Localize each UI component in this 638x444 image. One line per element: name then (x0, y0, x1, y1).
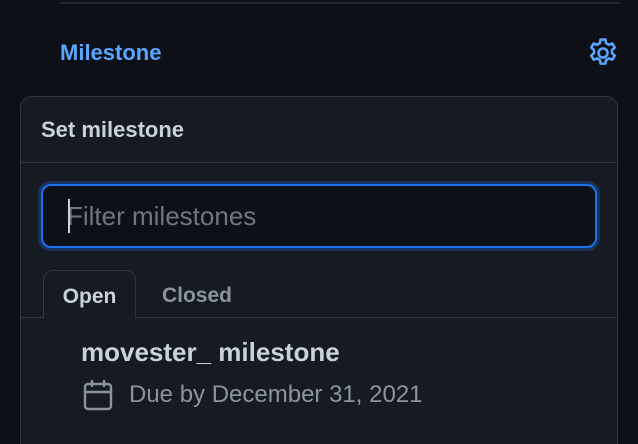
filter-milestones-input[interactable] (41, 184, 597, 248)
popover-title: Set milestone (41, 116, 185, 142)
tab-closed[interactable]: Closed (141, 270, 253, 318)
filter-section (21, 163, 617, 271)
popover-header: Set milestone (21, 97, 617, 163)
calendar-icon (83, 379, 113, 411)
set-milestone-popover: Set milestone Open Closed movester_ mile… (20, 96, 618, 444)
text-caret (68, 199, 70, 233)
milestone-heading[interactable]: Milestone (60, 38, 161, 68)
app-root: Milestone Set milestone Open Closed move… (0, 0, 638, 444)
milestone-title: movester_ milestone (81, 337, 340, 367)
divider (60, 2, 620, 4)
milestone-tabs: Open Closed (21, 270, 617, 319)
tab-open[interactable]: Open (43, 270, 136, 319)
gear-icon[interactable] (586, 36, 620, 70)
milestone-list-item[interactable]: movester_ milestone Due by December 31, … (21, 319, 617, 429)
milestone-due-date: Due by December 31, 2021 (129, 381, 423, 408)
